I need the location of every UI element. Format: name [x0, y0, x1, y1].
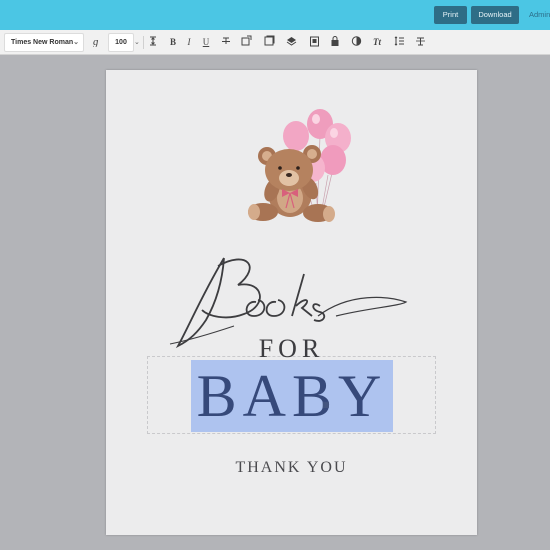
duplicate-icon[interactable]: [262, 35, 276, 50]
for-text[interactable]: FOR: [106, 334, 477, 364]
text-cursor-icon: ▦: [322, 400, 330, 409]
image-icon[interactable]: [239, 35, 253, 50]
chevron-down-icon[interactable]: ⌄: [134, 35, 140, 50]
bold-icon[interactable]: B: [166, 35, 180, 50]
print-button[interactable]: Print: [434, 6, 467, 24]
lock-icon[interactable]: [328, 35, 342, 50]
thank-you-text[interactable]: THANK YOU: [106, 459, 477, 477]
paste-icon[interactable]: [307, 35, 321, 50]
svg-text:ɡ: ɡ: [93, 36, 99, 47]
color-icon[interactable]: [349, 35, 363, 50]
baby-text[interactable]: BABY: [191, 361, 393, 431]
top-bar: Print Download Admin: [0, 0, 550, 30]
underline-icon[interactable]: U: [199, 35, 213, 50]
italic-icon[interactable]: I: [182, 35, 196, 50]
strikethrough-icon[interactable]: [219, 35, 233, 50]
layers-icon[interactable]: [284, 35, 298, 50]
font-family-select[interactable]: Times New Roman ⌄: [4, 33, 84, 52]
text-toolbar: Times New Roman ⌄ ɡ 100 ⌄ B I U Tt: [0, 30, 550, 55]
toolbar-divider: [143, 36, 144, 49]
font-family-value: Times New Roman: [11, 39, 74, 46]
font-size-input[interactable]: 100: [108, 33, 134, 52]
effects-icon[interactable]: ɡ: [90, 35, 104, 50]
download-button[interactable]: Download: [471, 6, 519, 24]
spacing-icon[interactable]: [392, 35, 406, 50]
admin-link[interactable]: Admin: [529, 6, 550, 24]
line-height-icon[interactable]: [146, 35, 160, 50]
document-page[interactable]: FOR BABY ▦ THANK YOU: [106, 70, 477, 535]
chevron-down-icon: ⌄: [73, 39, 79, 46]
clear-format-icon[interactable]: [413, 35, 427, 50]
text-case-icon[interactable]: Tt: [370, 35, 384, 50]
